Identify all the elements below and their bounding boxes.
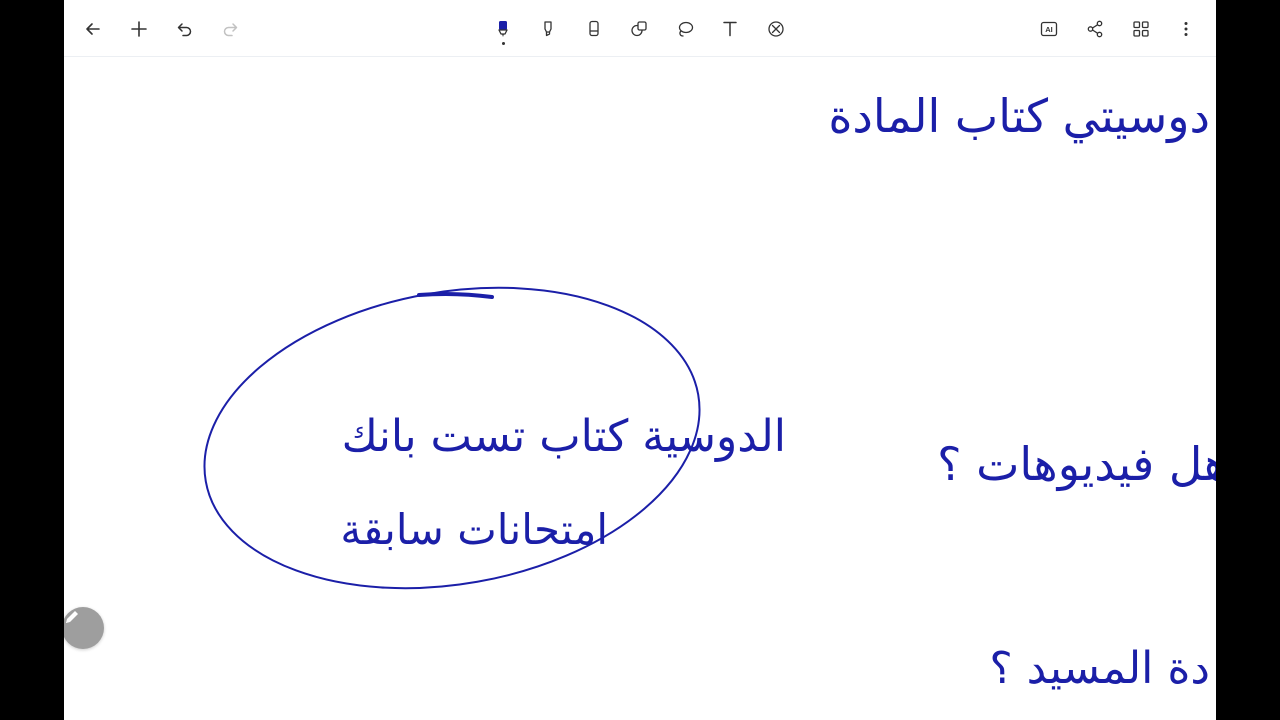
undo-button[interactable] <box>168 12 202 46</box>
lasso-tool-icon <box>678 21 694 37</box>
redo-icon <box>223 23 238 37</box>
pen-tool-icon <box>498 21 508 37</box>
ai-icon: AI <box>1040 21 1058 37</box>
share-icon <box>1087 20 1103 38</box>
notes-app-window: AI دوسيتي كتاب المادة الدوسية كتاب تست ب… <box>64 0 1216 720</box>
ink-layer <box>203 286 701 590</box>
shapes-tool-button[interactable] <box>622 12 656 46</box>
handwritten-stroke <box>417 291 494 299</box>
note-canvas[interactable]: دوسيتي كتاب المادة الدوسية كتاب تست بانك… <box>64 57 1216 720</box>
handwritten-line-4: هل فيديوهات ؟ <box>937 437 1216 491</box>
eraser-tool-icon <box>589 20 599 37</box>
grid-view-button[interactable] <box>1124 12 1158 46</box>
pen-tool-button[interactable] <box>486 12 520 46</box>
grid-view-icon <box>1133 21 1149 37</box>
handwritten-line-3: امتحانات سابقة <box>340 505 608 554</box>
more-options-icon <box>1184 22 1188 36</box>
undo-icon <box>177 23 192 37</box>
add-icon <box>131 21 147 37</box>
back-button[interactable] <box>76 12 110 46</box>
ruler-tool-icon <box>768 21 784 37</box>
add-page-button[interactable] <box>122 12 156 46</box>
handwritten-line-1: دوسيتي كتاب المادة <box>828 89 1210 143</box>
handwritten-line-2: الدوسية كتاب تست بانك <box>341 411 786 462</box>
share-button[interactable] <box>1078 12 1112 46</box>
text-tool-button[interactable] <box>713 12 747 46</box>
edit-pencil-icon <box>66 611 78 623</box>
lasso-tool-button[interactable] <box>668 12 702 46</box>
highlighter-tool-button[interactable] <box>531 12 565 46</box>
edit-pencil-button[interactable] <box>64 607 104 649</box>
ai-label: AI <box>1045 25 1053 34</box>
eraser-tool-button[interactable] <box>577 12 611 46</box>
ruler-tool-button[interactable] <box>759 12 793 46</box>
shapes-tool-icon <box>631 21 647 37</box>
back-arrow-icon <box>86 23 100 35</box>
redo-button[interactable] <box>213 12 247 46</box>
ai-button[interactable]: AI <box>1032 12 1066 46</box>
more-options-button[interactable] <box>1169 12 1203 46</box>
active-tool-indicator <box>502 42 505 45</box>
top-toolbar: AI <box>64 0 1216 57</box>
highlighter-tool-icon <box>544 21 552 37</box>
text-tool-icon <box>723 21 737 37</box>
handwritten-line-5: دة المسيد ؟ <box>989 643 1210 694</box>
